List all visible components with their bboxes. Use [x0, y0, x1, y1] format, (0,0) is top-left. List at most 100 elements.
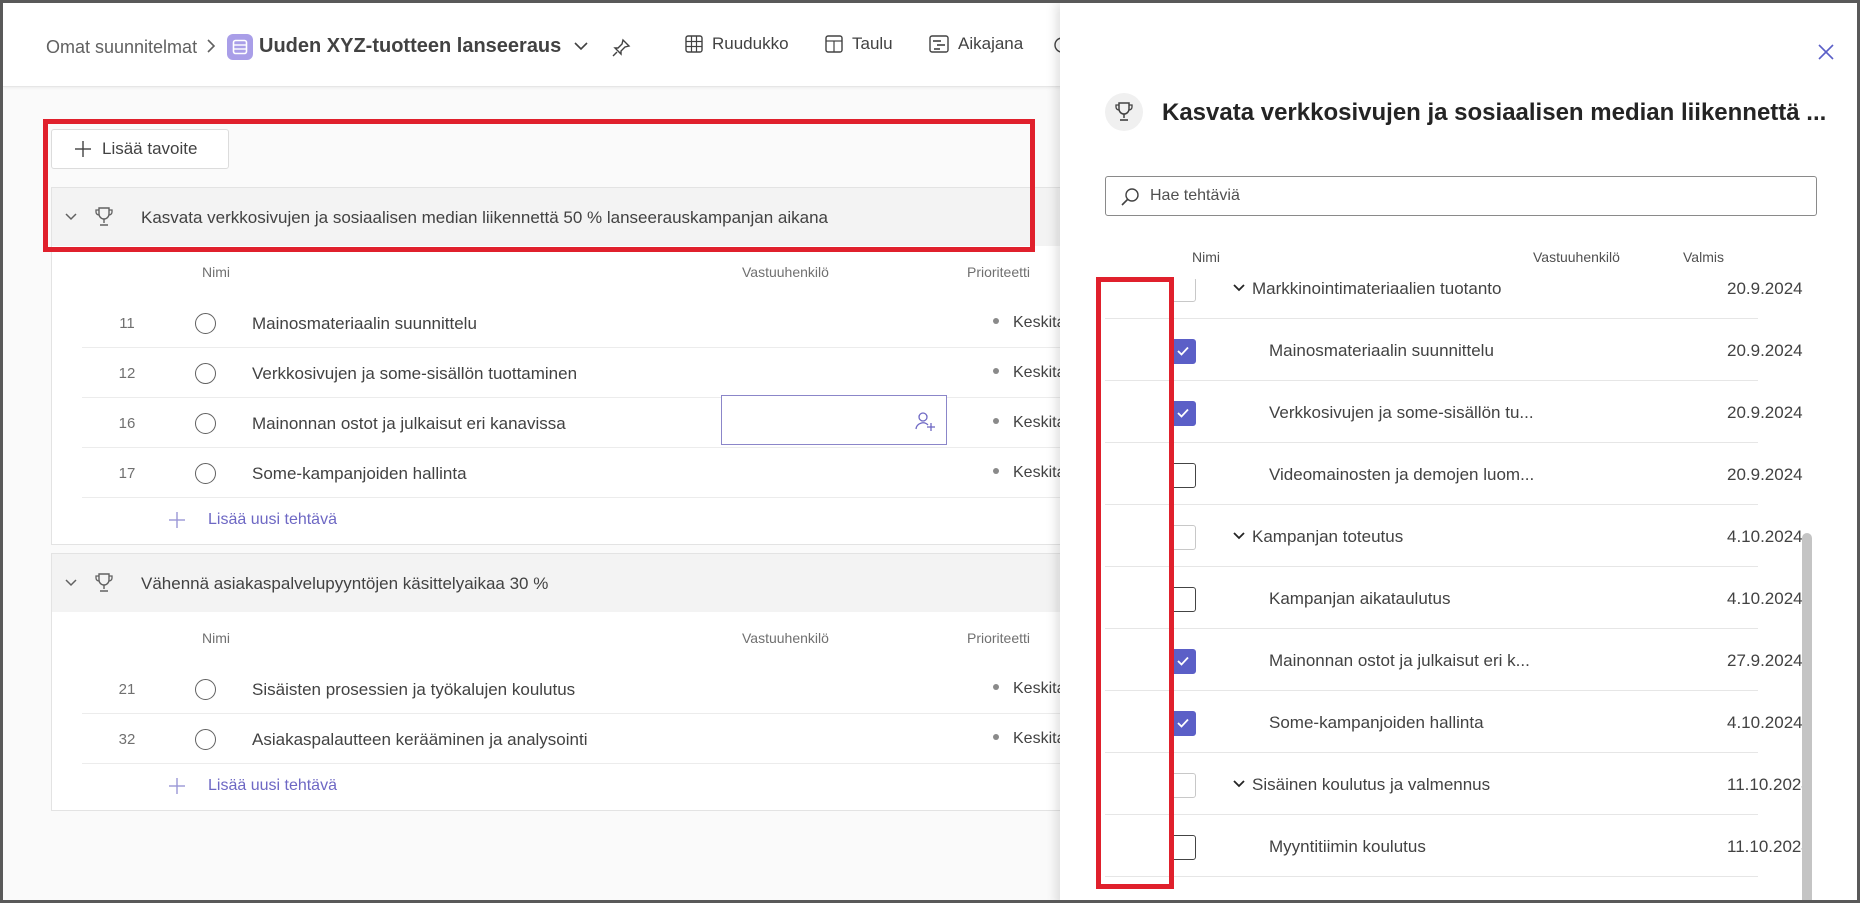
plan-icon	[227, 34, 253, 60]
task-checkbox[interactable]	[1171, 587, 1196, 612]
group-name: Sisäinen koulutus ja valmennus	[1252, 775, 1491, 794]
priority-dot-icon	[993, 318, 999, 324]
column-header-assignee: Vastuuhenkilö	[742, 264, 829, 280]
list-item[interactable]: Kampanjan aikataulutus 4.10.2024	[1105, 567, 1803, 629]
board-icon	[825, 35, 843, 53]
list-item-group[interactable]: Kampanjan toteutus 4.10.2024	[1105, 505, 1803, 567]
add-task-button[interactable]: Lisää uusi tehtävä	[168, 511, 337, 529]
goal-details-panel: Kasvata verkkosivujen ja sosiaalisen med…	[1060, 3, 1857, 900]
add-person-icon	[915, 412, 935, 431]
due-date: 4.10.2024	[1727, 527, 1803, 546]
table-row[interactable]: 11 Mainosmateriaalin suunnittelu Keskita…	[82, 298, 1082, 348]
breadcrumb-root[interactable]: Omat suunnitelmat	[46, 37, 197, 58]
due-date: 20.9.2024	[1727, 279, 1803, 298]
tab-timeline-label: Aikajana	[958, 34, 1024, 53]
add-goal-button[interactable]: Lisää tavoite	[51, 129, 229, 169]
panel-title: Kasvata verkkosivujen ja sosiaalisen med…	[1162, 99, 1827, 126]
task-name[interactable]: Mainosmateriaalin suunnittelu	[252, 314, 477, 334]
task-name: Mainosmateriaalin suunnittelu	[1269, 341, 1494, 360]
trophy-icon	[1105, 93, 1143, 131]
task-complete-radio[interactable]	[195, 363, 216, 384]
chevron-down-icon[interactable]	[64, 578, 78, 587]
chevron-down-icon[interactable]	[1233, 284, 1245, 292]
due-date: 4.10.2024	[1727, 713, 1803, 732]
close-icon[interactable]	[1817, 43, 1835, 61]
task-complete-radio[interactable]	[195, 413, 216, 434]
scrollbar-thumb[interactable]	[1802, 533, 1812, 900]
list-item[interactable]: Myyntitiimin koulutus 11.10.2024	[1105, 815, 1811, 877]
list-item[interactable]: Mainosmateriaalin suunnittelu 20.9.2024	[1105, 319, 1803, 381]
task-checkbox[interactable]	[1171, 279, 1196, 302]
plus-icon	[169, 778, 185, 794]
priority-dot-icon	[993, 734, 999, 740]
assignee-picker[interactable]	[721, 395, 947, 445]
due-date: 4.10.2024	[1727, 589, 1803, 608]
goal-card: Kasvata verkkosivujen ja sosiaalisen med…	[51, 187, 1082, 545]
task-name[interactable]: Sisäisten prosessien ja työkalujen koulu…	[252, 680, 575, 700]
checkmark-icon	[1177, 656, 1189, 666]
task-name[interactable]: Verkkosivujen ja some-sisällön tuottamin…	[252, 364, 577, 384]
task-complete-radio[interactable]	[195, 729, 216, 750]
task-checkbox[interactable]	[1171, 401, 1196, 426]
priority-dot-icon	[993, 368, 999, 374]
task-name[interactable]: Some-kampanjoiden hallinta	[252, 464, 467, 484]
due-date: 11.10.2024	[1727, 775, 1811, 794]
add-task-label: Lisää uusi tehtävä	[208, 777, 337, 794]
chevron-down-icon[interactable]	[1233, 780, 1245, 788]
task-number: 12	[118, 365, 136, 382]
list-item[interactable]: Verkkosivujen ja some-sisällön tu... 20.…	[1105, 381, 1803, 443]
plan-title[interactable]: Uuden XYZ-tuotteen lanseeraus	[259, 35, 561, 58]
list-item-group[interactable]: Markkinointimateriaalien tuotanto 20.9.2…	[1105, 279, 1803, 319]
tab-timeline[interactable]: Aikajana	[929, 34, 1023, 54]
task-number: 32	[118, 731, 136, 748]
goal-title: Vähennä asiakaspalvelupyyntöjen käsittel…	[141, 574, 549, 593]
task-checkbox[interactable]	[1171, 525, 1196, 550]
chevron-down-icon[interactable]	[1233, 532, 1245, 540]
chevron-down-icon[interactable]	[64, 212, 78, 221]
plus-icon	[169, 512, 185, 528]
goal-header[interactable]: Vähennä asiakaspalvelupyyntöjen käsittel…	[52, 554, 1060, 612]
table-row[interactable]: 32 Asiakaspalautteen kerääminen ja analy…	[82, 714, 1082, 764]
add-goal-label: Lisää tavoite	[102, 139, 198, 158]
goal-header[interactable]: Kasvata verkkosivujen ja sosiaalisen med…	[52, 188, 1060, 246]
search-placeholder: Hae tehtäviä	[1150, 187, 1240, 204]
table-row[interactable]: 17 Some-kampanjoiden hallinta Keskitaso	[82, 448, 1082, 498]
task-complete-radio[interactable]	[195, 313, 216, 334]
task-name: Kampanjan aikataulutus	[1269, 589, 1451, 608]
priority-dot-icon	[993, 418, 999, 424]
task-checkbox[interactable]	[1171, 711, 1196, 736]
task-checkbox[interactable]	[1171, 463, 1196, 488]
task-number: 16	[118, 415, 136, 432]
task-name[interactable]: Mainonnan ostot ja julkaisut eri kanavis…	[252, 414, 566, 434]
task-checkbox[interactable]	[1171, 649, 1196, 674]
chevron-down-icon[interactable]	[573, 41, 589, 51]
task-complete-radio[interactable]	[195, 679, 216, 700]
tab-grid-label: Ruudukko	[712, 34, 789, 53]
column-header-assignee: Vastuuhenkilö	[742, 630, 829, 646]
task-name[interactable]: Asiakaspalautteen kerääminen ja analysoi…	[252, 730, 587, 750]
task-checkbox[interactable]	[1171, 773, 1196, 798]
list-item[interactable]: Some-kampanjoiden hallinta 4.10.2024	[1105, 691, 1803, 753]
checkmark-icon	[1177, 408, 1189, 418]
task-checkbox[interactable]	[1171, 835, 1196, 860]
task-list: Markkinointimateriaalien tuotanto 20.9.2…	[1060, 279, 1857, 900]
timeline-icon	[929, 35, 949, 53]
trophy-icon	[95, 573, 113, 592]
search-input[interactable]: Hae tehtäviä	[1105, 176, 1817, 216]
list-item[interactable]: Videomainosten ja demojen luom... 20.9.2…	[1105, 443, 1803, 505]
list-item-group[interactable]: Sisäinen koulutus ja valmennus 11.10.202…	[1105, 753, 1811, 815]
plus-icon	[75, 141, 91, 157]
app-window: Omat suunnitelmat Uuden XYZ-tuotteen lan…	[0, 0, 1860, 903]
tab-board[interactable]: Taulu	[825, 34, 893, 54]
list-item[interactable]: Mainonnan ostot ja julkaisut eri k... 27…	[1105, 629, 1803, 691]
table-row[interactable]: 21 Sisäisten prosessien ja työkalujen ko…	[82, 664, 1082, 714]
task-checkbox[interactable]	[1171, 339, 1196, 364]
due-date: 27.9.2024	[1727, 651, 1803, 670]
pin-icon[interactable]	[611, 38, 631, 58]
task-complete-radio[interactable]	[195, 463, 216, 484]
due-date: 20.9.2024	[1727, 341, 1803, 360]
table-row[interactable]: 12 Verkkosivujen ja some-sisällön tuotta…	[82, 348, 1082, 398]
tab-grid[interactable]: Ruudukko	[685, 34, 789, 54]
add-task-button[interactable]: Lisää uusi tehtävä	[168, 777, 337, 795]
column-header-due: Valmis	[1683, 249, 1724, 265]
